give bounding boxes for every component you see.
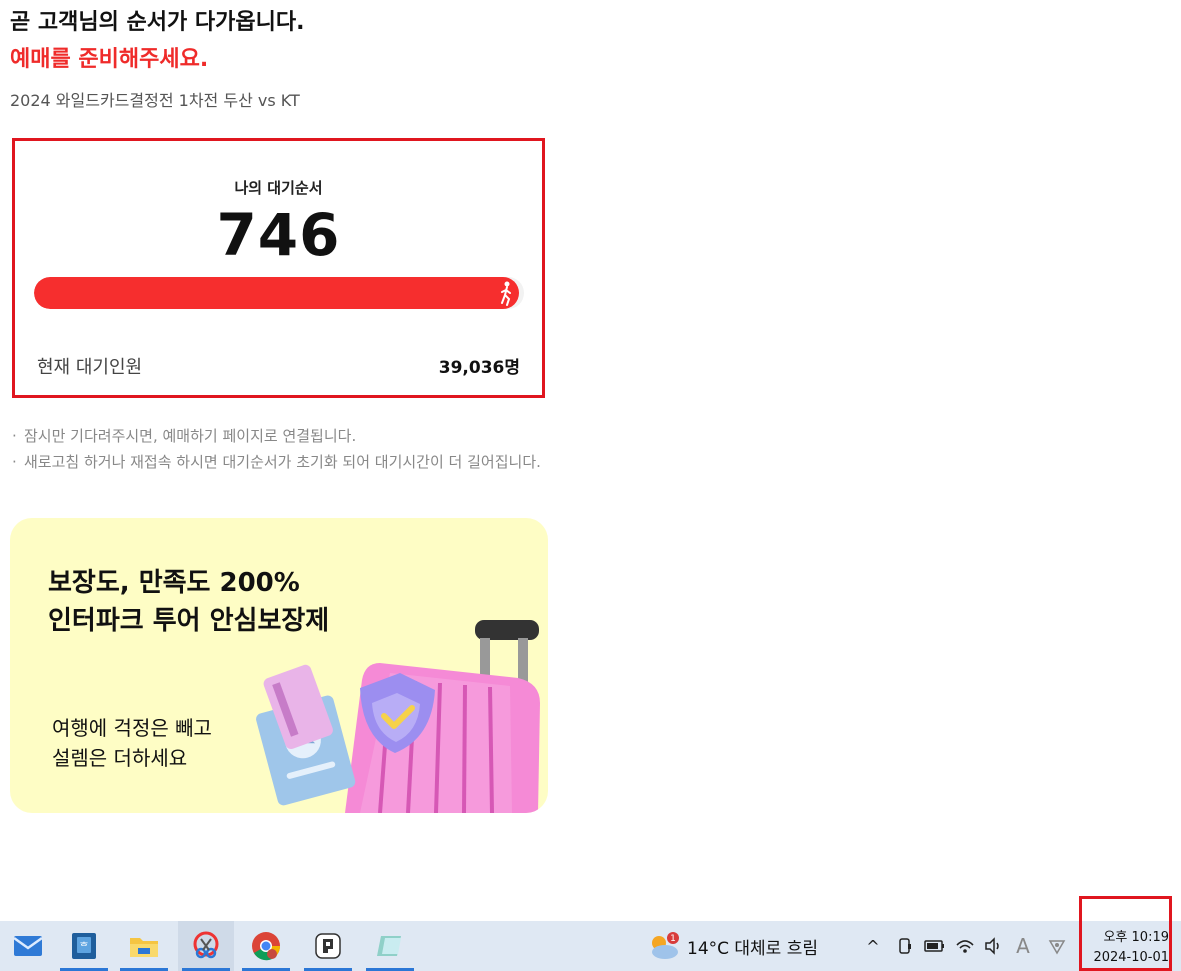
queue-progress-bar [34, 277, 524, 309]
device-icon[interactable] [892, 933, 918, 959]
wifi-icon[interactable] [952, 933, 978, 959]
clock-time[interactable]: 오후 10:19 [1089, 926, 1169, 945]
scissors-icon [193, 931, 219, 959]
promo-banner[interactable]: 보장도, 만족도 200% 인터파크 투어 안심보장제 여행에 걱정은 빼고 설… [10, 518, 548, 813]
notice-item: 잠시만 기다려주시면, 예매하기 페이지로 연결됩니다. [12, 423, 542, 449]
app-icon: ᄒ [72, 933, 96, 959]
input-method-icon[interactable]: A [1010, 933, 1036, 959]
app-icon-2 [315, 933, 341, 959]
suitcase-illustration [256, 620, 540, 813]
weather-badge: 1 [670, 934, 676, 944]
chrome-icon[interactable] [238, 921, 294, 971]
file-explorer-icon[interactable] [116, 921, 172, 971]
queue-page: 곧 고객님의 순서가 다가옵니다. 예매를 준비해주세요. 2024 와일드카드… [0, 0, 1181, 971]
mail-icon[interactable] [0, 921, 56, 971]
svg-text:ᄒ: ᄒ [79, 941, 88, 953]
cloudy-weather-icon: 1 [652, 932, 679, 959]
chevron-up-icon[interactable]: ^ [860, 933, 886, 959]
notepad-icon [377, 936, 401, 956]
queue-progress-fill [34, 277, 520, 309]
notice-item: 새로고침 하거나 재접속 하시면 대기순서가 초기화 되어 대기시간이 더 길어… [12, 449, 542, 475]
weather-widget[interactable]: 1 14°C 대체로 흐림 [645, 929, 818, 963]
clock-date[interactable]: 2024-10-01 [1089, 950, 1169, 965]
mail-icon [13, 936, 43, 956]
app-icon-2[interactable] [300, 921, 356, 971]
app-icon[interactable]: ᄒ [56, 921, 112, 971]
queue-subheading: 예매를 준비해주세요. [10, 47, 209, 72]
network-icon[interactable] [1044, 933, 1070, 959]
current-waiting-count: 39,036명 [438, 358, 520, 378]
chrome-icon [252, 932, 281, 961]
battery-icon[interactable] [922, 933, 948, 959]
queue-card: 나의 대기순서 746 현재 대기인원 39,036명 [12, 138, 545, 398]
queue-position-number: 746 [216, 201, 341, 269]
notice-list: 잠시만 기다려주시면, 예매하기 페이지로 연결됩니다. 새로고침 하거나 재접… [12, 423, 542, 475]
event-title: 2024 와일드카드결정전 1차전 두산 vs KT [10, 91, 300, 110]
notepad-icon[interactable] [362, 921, 418, 971]
volume-icon[interactable] [981, 933, 1007, 959]
banner-subtitle: 여행에 걱정은 빼고 설렘은 더하세요 [52, 716, 212, 770]
folder-icon [130, 938, 158, 957]
snip-tool-icon[interactable] [178, 921, 234, 971]
taskbar: ᄒ 1 14°C 대체로 흐림 ^ A [0, 921, 1181, 971]
queue-heading: 곧 고객님의 순서가 다가옵니다. [10, 10, 305, 35]
weather-text: 14°C 대체로 흐림 [687, 938, 819, 959]
queue-position-label: 나의 대기순서 [234, 179, 323, 197]
current-waiting-label: 현재 대기인원 [37, 357, 143, 378]
runner-icon [501, 281, 511, 306]
